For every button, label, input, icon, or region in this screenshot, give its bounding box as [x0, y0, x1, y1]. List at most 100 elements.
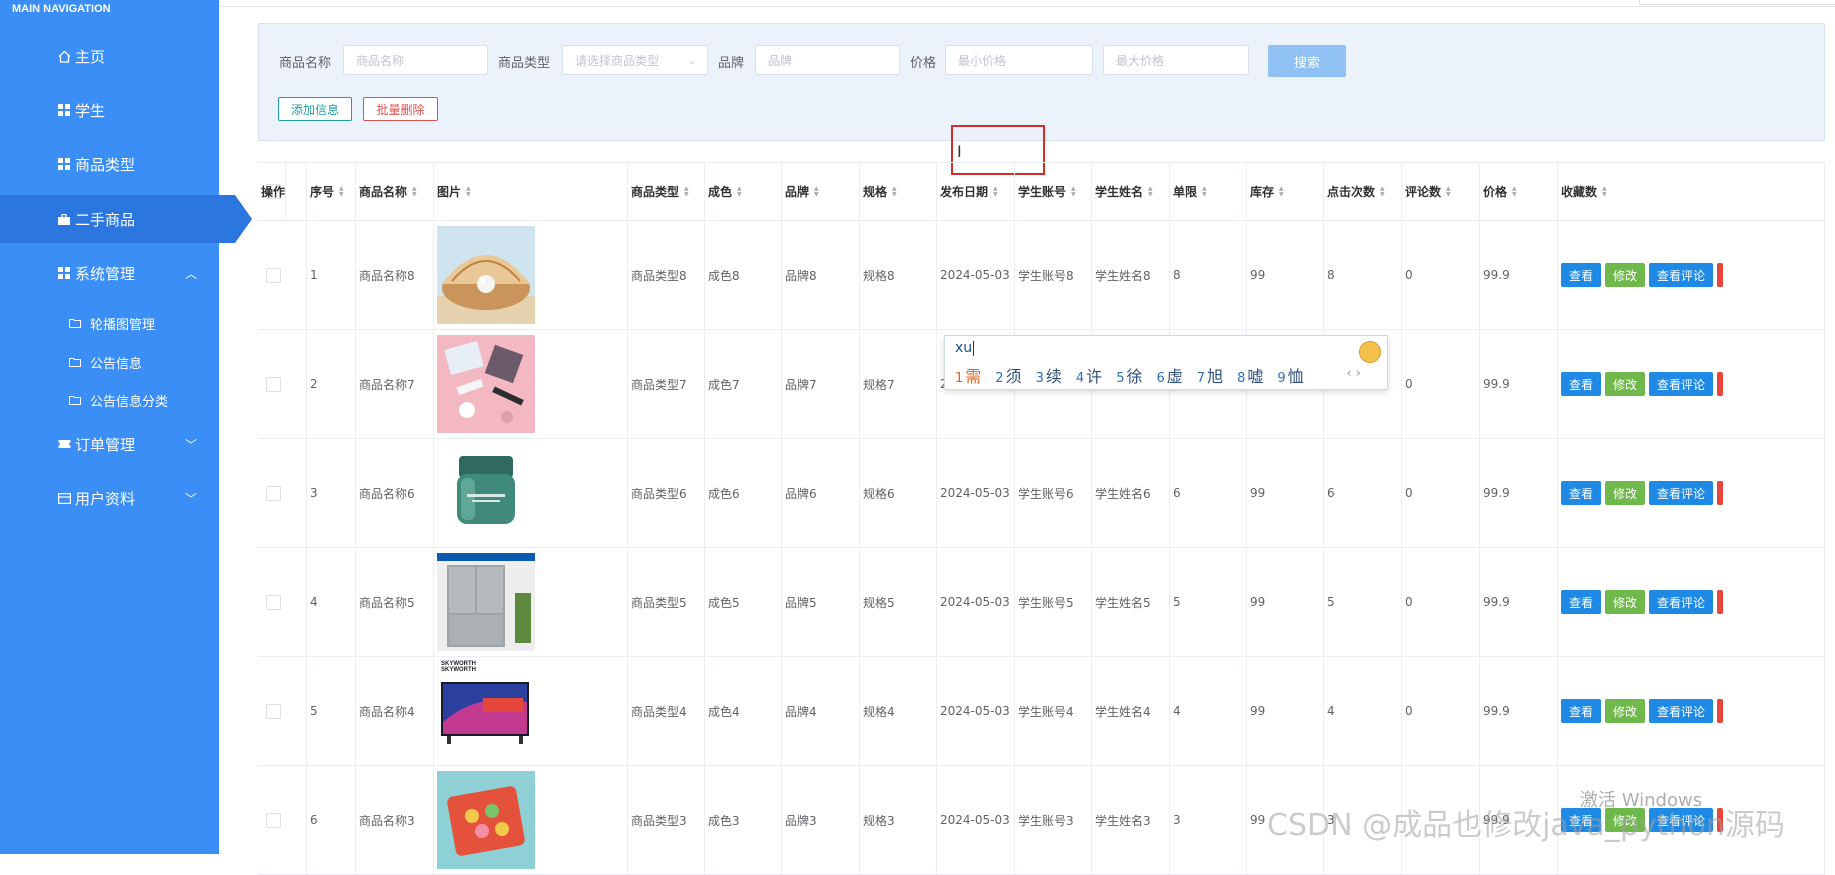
sort-icon[interactable]: ▲ ▼: [993, 185, 998, 198]
product-type: 商品类型4: [628, 657, 705, 765]
condition: 成色4: [705, 657, 782, 765]
type-select[interactable]: 请选择商品类型 ⌄: [562, 45, 708, 75]
min-price-input[interactable]: 最小价格: [945, 45, 1093, 75]
delete-button[interactable]: [1717, 263, 1724, 287]
product-name: 商品名称5: [356, 548, 434, 656]
product-image[interactable]: [434, 548, 628, 656]
sort-icon[interactable]: ▲ ▼: [412, 185, 417, 198]
name-input[interactable]: 商品名称: [343, 45, 488, 75]
brand-input[interactable]: 品牌: [755, 45, 900, 75]
column-header[interactable]: 库存 ▲ ▼: [1247, 163, 1324, 220]
column-header[interactable]: 商品类型 ▲ ▼: [628, 163, 705, 220]
sort-icon[interactable]: ▲ ▼: [1380, 185, 1385, 198]
sidebar-item-carousel[interactable]: 轮播图管理: [0, 304, 219, 342]
view-comments-button[interactable]: 查看评论: [1649, 481, 1714, 505]
delete-button[interactable]: [1717, 590, 1724, 614]
sidebar-item-notices[interactable]: 公告信息: [0, 343, 219, 381]
view-button[interactable]: 查看: [1561, 372, 1602, 396]
view-button[interactable]: 查看: [1561, 590, 1602, 614]
column-header[interactable]: 单限 ▲ ▼: [1170, 163, 1247, 220]
product-image[interactable]: [434, 330, 628, 438]
row-checkbox[interactable]: [266, 267, 281, 283]
column-header[interactable]: 序号 ▲ ▼: [307, 163, 356, 220]
column-header[interactable]: 价格 ▲ ▼: [1480, 163, 1558, 220]
column-header[interactable]: 规格 ▲ ▼: [860, 163, 937, 220]
ime-candidate[interactable]: 9恤: [1277, 363, 1303, 387]
sort-icon[interactable]: ▲ ▼: [814, 185, 819, 198]
ime-candidate[interactable]: 5徐: [1116, 363, 1142, 387]
add-button[interactable]: 添加信息: [278, 97, 352, 121]
delete-button[interactable]: [1717, 372, 1724, 396]
ime-candidate[interactable]: 7旭: [1197, 363, 1223, 387]
column-header[interactable]: 商品名称 ▲ ▼: [356, 163, 434, 220]
edit-button[interactable]: 修改: [1605, 699, 1646, 723]
ime-candidate[interactable]: 8嘘: [1237, 363, 1263, 387]
sort-icon[interactable]: ▲ ▼: [1202, 185, 1207, 198]
view-button[interactable]: 查看: [1561, 481, 1602, 505]
view-button[interactable]: 查看: [1561, 263, 1602, 287]
column-header[interactable]: 品牌 ▲ ▼: [782, 163, 860, 220]
sidebar-item-students[interactable]: 学生: [0, 86, 219, 134]
sort-icon[interactable]: ▲ ▼: [1446, 185, 1451, 198]
sort-icon[interactable]: ▲ ▼: [1512, 185, 1517, 198]
product-image[interactable]: [434, 766, 628, 874]
edit-button[interactable]: 修改: [1605, 263, 1646, 287]
sidebar-item-home[interactable]: 主页: [0, 32, 219, 80]
ime-candidate[interactable]: 1需: [955, 363, 981, 387]
row-checkbox[interactable]: [266, 812, 281, 828]
edit-button[interactable]: 修改: [1605, 372, 1646, 396]
row-checkbox[interactable]: [266, 594, 281, 610]
sort-icon[interactable]: ▲ ▼: [684, 185, 689, 198]
view-comments-button[interactable]: 查看评论: [1649, 372, 1714, 396]
edit-button[interactable]: 修改: [1605, 590, 1646, 614]
view-comments-button[interactable]: 查看评论: [1649, 699, 1714, 723]
column-header[interactable]: 收藏数 ▲ ▼: [1558, 163, 1825, 220]
sidebar-item-secondhand[interactable]: 二手商品: [0, 195, 252, 243]
sort-icon[interactable]: ▲ ▼: [1071, 185, 1076, 198]
column-header[interactable]: 图片 ▲ ▼: [434, 163, 628, 220]
view-comments-button[interactable]: 查看评论: [1649, 590, 1714, 614]
ime-candidate[interactable]: 3续: [1036, 363, 1062, 387]
ime-candidate[interactable]: 4许: [1076, 363, 1102, 387]
row-checkbox-cell: [258, 221, 307, 329]
search-button[interactable]: 搜索: [1268, 45, 1346, 77]
ime-candidate-char: 许: [1086, 367, 1103, 386]
column-header[interactable]: 学生姓名 ▲ ▼: [1092, 163, 1170, 220]
sidebar-item-product-types[interactable]: 商品类型: [0, 140, 219, 188]
sort-icon[interactable]: ▲ ▼: [466, 185, 471, 198]
sidebar-item-profile[interactable]: 用户资料 ﹀: [0, 474, 219, 522]
row-checkbox[interactable]: [266, 703, 281, 719]
product-image[interactable]: [434, 221, 628, 329]
product-image[interactable]: SKYWORTH SKYWORTH: [434, 657, 628, 765]
product-image[interactable]: [434, 439, 628, 547]
delete-button[interactable]: [1717, 481, 1724, 505]
column-header[interactable]: 成色 ▲ ▼: [705, 163, 782, 220]
max-price-input[interactable]: 最大价格: [1103, 45, 1249, 75]
ime-candidate[interactable]: 6虚: [1156, 363, 1182, 387]
brand: 品牌5: [782, 548, 860, 656]
sort-icon[interactable]: ▲ ▼: [1279, 185, 1284, 198]
column-header[interactable]: 点击次数 ▲ ▼: [1324, 163, 1402, 220]
column-header: 操作: [258, 163, 287, 220]
column-header[interactable]: 发布日期 ▲ ▼: [937, 163, 1015, 220]
sidebar-item-system[interactable]: 系统管理 ︿: [0, 249, 219, 297]
sidebar-item-orders[interactable]: 订单管理 ﹀: [0, 420, 219, 468]
delete-button[interactable]: [1717, 699, 1724, 723]
row-checkbox[interactable]: [266, 485, 281, 501]
edit-button[interactable]: 修改: [1605, 481, 1646, 505]
sort-icon[interactable]: ▲ ▼: [339, 185, 344, 198]
column-header[interactable]: 评论数 ▲ ▼: [1402, 163, 1480, 220]
sidebar-item-notice-categories[interactable]: 公告信息分类: [0, 381, 219, 419]
ime-candidate[interactable]: 2须: [995, 363, 1021, 387]
sort-icon[interactable]: ▲ ▼: [892, 185, 897, 198]
batch-delete-button[interactable]: 批量删除: [363, 97, 438, 121]
sort-icon[interactable]: ▲ ▼: [1148, 185, 1153, 198]
sort-icon[interactable]: ▲ ▼: [737, 185, 742, 198]
row-checkbox[interactable]: [266, 376, 281, 392]
sort-icon[interactable]: ▲ ▼: [1602, 185, 1607, 198]
column-header[interactable]: 学生账号 ▲ ▼: [1015, 163, 1092, 220]
view-comments-button[interactable]: 查看评论: [1649, 263, 1714, 287]
view-button[interactable]: 查看: [1561, 699, 1602, 723]
chevron-up-icon: ︿: [184, 266, 197, 281]
ime-page-nav[interactable]: ‹ ›: [1346, 366, 1361, 381]
